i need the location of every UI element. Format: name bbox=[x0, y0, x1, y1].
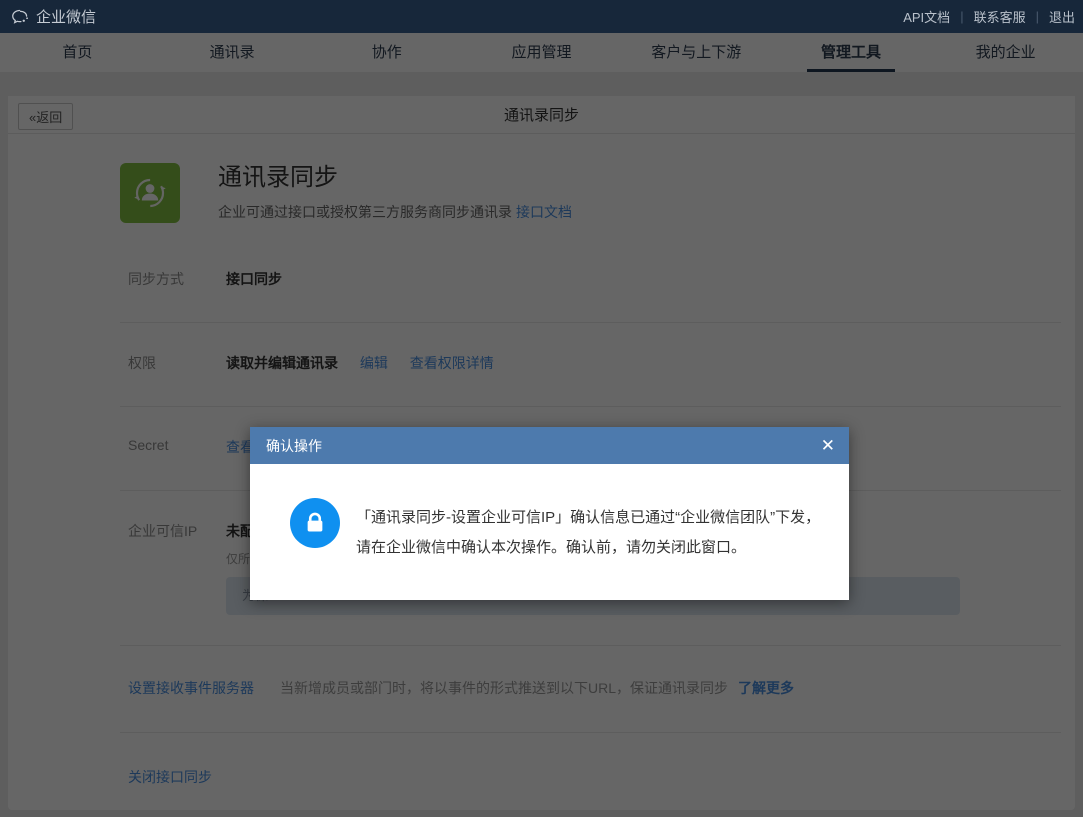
wework-admin-page: 企业微信 API文档 | 联系客服 | 退出 首页 通讯录 协作 应用管理 客户… bbox=[0, 0, 1083, 817]
api-doc-link[interactable]: API文档 bbox=[903, 7, 950, 26]
logout-link[interactable]: 退出 bbox=[1049, 7, 1075, 26]
close-icon[interactable]: ✕ bbox=[821, 437, 835, 454]
separator: | bbox=[1035, 9, 1039, 24]
app-logo-text: 企业微信 bbox=[36, 9, 97, 26]
contact-support-link[interactable]: 联系客服 bbox=[974, 7, 1026, 26]
confirm-dialog-body: 「通讯录同步-设置企业可信IP」确认信息已通过“企业微信团队”下发，请在企业微信… bbox=[250, 464, 849, 563]
confirm-dialog-message: 「通讯录同步-设置企业可信IP」确认信息已通过“企业微信团队”下发，请在企业微信… bbox=[356, 509, 821, 556]
separator: | bbox=[960, 9, 964, 24]
chat-bubble-icon bbox=[10, 7, 30, 27]
topbar: 企业微信 API文档 | 联系客服 | 退出 bbox=[0, 0, 1083, 33]
lock-icon bbox=[290, 498, 340, 548]
confirm-dialog: 确认操作 ✕ 「通讯录同步-设置企业可信IP」确认信息已通过“企业微信团队”下发… bbox=[250, 427, 849, 600]
modal-overlay bbox=[0, 33, 1083, 817]
app-logo[interactable]: 企业微信 bbox=[10, 6, 96, 27]
confirm-dialog-title: 确认操作 bbox=[266, 437, 322, 454]
confirm-dialog-header: 确认操作 ✕ bbox=[250, 427, 849, 464]
topbar-links: API文档 | 联系客服 | 退出 bbox=[903, 7, 1075, 26]
